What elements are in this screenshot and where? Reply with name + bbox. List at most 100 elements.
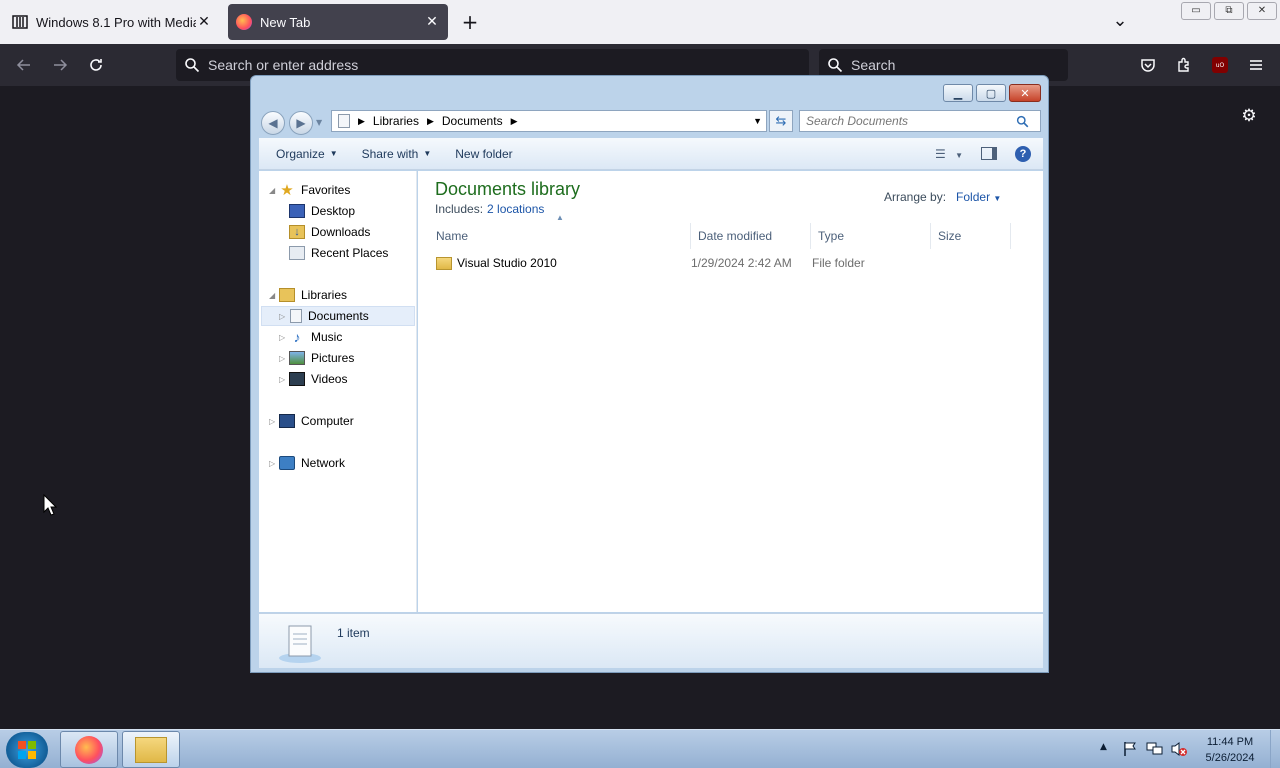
locations-link[interactable]: 2 locations	[487, 202, 544, 216]
computer-icon	[279, 414, 295, 428]
collapse-arrow-icon[interactable]: ◢	[269, 186, 275, 195]
tab-close-icon[interactable]: ✕	[196, 14, 212, 30]
dropdown-arrow-icon: ▼	[993, 194, 1002, 203]
address-input[interactable]	[208, 57, 740, 73]
tab-windows-81[interactable]: Windows 8.1 Pro with Media Ca ✕	[4, 4, 220, 40]
nav-desktop[interactable]: Desktop	[289, 201, 355, 221]
start-button[interactable]	[6, 732, 48, 768]
collapse-arrow-icon[interactable]: ◢	[269, 291, 275, 300]
action-center-flag-icon[interactable]	[1122, 741, 1138, 760]
nav-recent-places[interactable]: Recent Places	[289, 243, 388, 263]
settings-gear-icon[interactable]: ⚙	[1238, 105, 1260, 127]
share-with-button[interactable]: Share with ▼	[355, 143, 439, 165]
refresh-button[interactable]: ⇆	[769, 110, 793, 132]
taskbar: ▲ 11:44 PM 5/26/2024	[0, 729, 1280, 768]
pocket-icon[interactable]	[1136, 54, 1160, 76]
volume-muted-icon[interactable]	[1170, 741, 1188, 760]
nav-computer[interactable]: Computer	[279, 411, 354, 431]
pictures-icon	[289, 351, 305, 365]
address-dropdown-icon[interactable]: ▼	[753, 116, 762, 126]
search-documents-box[interactable]	[799, 110, 1041, 132]
new-folder-button[interactable]: New folder	[448, 143, 519, 165]
sort-ascending-icon: ▲	[556, 213, 564, 222]
show-hidden-icons-button[interactable]: ▲	[1100, 742, 1107, 752]
search-documents-input[interactable]	[806, 114, 1016, 128]
back-icon[interactable]	[12, 54, 36, 76]
nav-network[interactable]: Network	[279, 453, 345, 473]
breadcrumb-separator-icon[interactable]: ▶	[511, 116, 518, 127]
window-restore-button[interactable]: ⧉	[1214, 2, 1244, 20]
help-icon[interactable]: ?	[1015, 145, 1031, 162]
tab-new-tab[interactable]: New Tab ✕	[228, 4, 448, 40]
nav-music[interactable]: ♪ Music	[289, 327, 343, 347]
library-title: Documents library	[435, 179, 581, 199]
browser-tab-bar: Windows 8.1 Pro with Media Ca ✕ New Tab …	[0, 0, 1280, 44]
forward-icon[interactable]	[48, 54, 72, 76]
breadcrumb-libraries[interactable]: Libraries	[373, 114, 419, 128]
expand-arrow-icon[interactable]: ▷	[279, 375, 285, 384]
breadcrumb-separator-icon[interactable]: ▶	[358, 116, 365, 127]
column-header-name[interactable]: Name	[429, 223, 691, 249]
search-icon[interactable]	[1016, 115, 1029, 128]
recent-pages-chevron-icon[interactable]: ▼	[316, 118, 322, 127]
nav-label: Videos	[311, 372, 348, 386]
expand-arrow-icon[interactable]: ▷	[279, 333, 285, 342]
videos-icon	[289, 372, 305, 386]
new-folder-label: New folder	[455, 146, 513, 161]
nav-libraries[interactable]: Libraries	[279, 285, 347, 305]
window-minimize-button[interactable]: ▭	[1181, 2, 1211, 20]
view-options-icon[interactable]: ☰ ▼	[935, 147, 963, 161]
reload-icon[interactable]	[84, 54, 108, 76]
nav-downloads[interactable]: ↓ Downloads	[289, 222, 370, 242]
list-all-tabs-button[interactable]: ⌄	[1110, 10, 1130, 32]
tab-close-icon[interactable]: ✕	[424, 14, 440, 30]
tab-title: Windows 8.1 Pro with Media Ca	[36, 14, 196, 30]
expand-arrow-icon[interactable]: ▷	[279, 312, 285, 321]
column-header-size[interactable]: Size	[931, 223, 1011, 249]
documents-library-icon	[277, 620, 323, 667]
breadcrumb[interactable]: ▶ Libraries ▶ Documents ▶ ▼	[331, 110, 767, 132]
taskbar-explorer[interactable]	[122, 731, 180, 768]
breadcrumb-documents[interactable]: Documents	[442, 114, 503, 128]
firefox-icon	[236, 14, 252, 30]
nav-label: Downloads	[311, 225, 371, 239]
nav-label: Desktop	[311, 204, 356, 218]
downloads-folder-icon: ↓	[289, 225, 305, 239]
taskbar-firefox[interactable]	[60, 731, 118, 768]
ublock-icon[interactable]: uO	[1208, 54, 1232, 76]
arrange-by-dropdown[interactable]: Folder ▼	[956, 190, 1001, 204]
search-input[interactable]	[851, 57, 1056, 73]
nav-favorites[interactable]: ★ Favorites	[279, 180, 350, 200]
close-button[interactable]: ✕	[1009, 84, 1041, 102]
extensions-icon[interactable]	[1172, 54, 1196, 76]
expand-arrow-icon[interactable]: ▷	[269, 459, 275, 468]
breadcrumb-separator-icon[interactable]: ▶	[427, 116, 434, 127]
preview-pane-icon[interactable]	[981, 147, 997, 160]
network-tray-icon[interactable]	[1146, 741, 1164, 760]
menu-icon[interactable]	[1244, 54, 1268, 76]
expand-arrow-icon[interactable]: ▷	[279, 354, 285, 363]
network-icon	[279, 456, 295, 470]
column-header-date[interactable]: Date modified	[691, 223, 811, 249]
recent-places-icon	[289, 246, 305, 260]
taskbar-clock[interactable]: 11:44 PM 5/26/2024	[1198, 734, 1262, 766]
music-icon: ♪	[293, 329, 301, 345]
tab-title: New Tab	[260, 14, 311, 30]
new-tab-button[interactable]: +	[460, 10, 480, 34]
file-row[interactable]: Visual Studio 2010 1/29/2024 2:42 AM Fil…	[436, 250, 1026, 276]
includes-label: Includes:	[435, 202, 484, 216]
maximize-button[interactable]: ▢	[976, 84, 1006, 102]
clock-time: 11:44 PM	[1206, 736, 1254, 748]
show-desktop-button[interactable]	[1270, 730, 1280, 768]
window-close-button[interactable]: ✕	[1247, 2, 1277, 20]
back-button[interactable]: ◀	[261, 111, 285, 135]
navigation-pane: ◢ ★ Favorites Desktop ↓ Downloads Recent P…	[259, 171, 417, 612]
organize-button[interactable]: Organize ▼	[269, 143, 345, 165]
nav-pictures[interactable]: Pictures	[289, 348, 354, 368]
forward-button[interactable]: ▶	[289, 111, 313, 135]
column-header-type[interactable]: Type	[811, 223, 931, 249]
nav-label: Recent Places	[311, 246, 389, 260]
nav-videos[interactable]: Videos	[289, 369, 347, 389]
minimize-button[interactable]: ▁	[943, 84, 973, 102]
expand-arrow-icon[interactable]: ▷	[269, 417, 275, 426]
